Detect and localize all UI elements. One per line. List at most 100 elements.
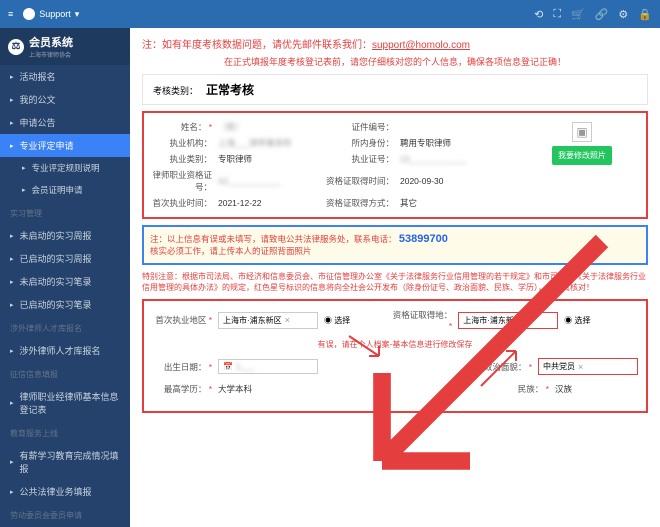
menu-icon: ▸ xyxy=(10,488,14,496)
expand-icon[interactable]: ⛶ xyxy=(553,8,561,21)
sidebar-item[interactable]: ▸ 已启动的实习周报 xyxy=(0,247,130,270)
warning-text: 特别注意：根据市司法局、市经济和信息委员会、市征信管理办公室《关于法律服务行业信… xyxy=(142,271,648,293)
sidebar-item-label: 未启动的实习周报 xyxy=(20,229,92,242)
val-org: 上海___律师事务所 xyxy=(218,137,318,149)
radio-select[interactable]: ◉ 选择 xyxy=(324,315,350,326)
sidebar: ⚖ 会员系统 上海市律师协会 ▸活动报名▸我的公文▸申请公告▸专业评定申请▸专业… xyxy=(0,28,130,527)
sidebar-item-label: 活动报名 xyxy=(20,70,56,83)
notice-line2: 在正式填报年度考核登记表前，请您仔细核对您的个人信息，确保各项信息登记正确！ xyxy=(142,55,648,68)
yellow-notice: 注：以上信息有误或未填写，请致电公共法律服务处，联系电话： 53899700 核… xyxy=(142,225,648,265)
sidebar-item[interactable]: ▸ 会员证明申请 xyxy=(0,179,130,201)
sidebar-item[interactable]: ▸ 已启动的实习笔录 xyxy=(0,293,130,316)
clear-icon[interactable]: × xyxy=(285,315,290,325)
lbl-edu: 最高学历： xyxy=(152,383,212,395)
sidebar-item[interactable]: ▸ 未启动的实习周报 xyxy=(0,224,130,247)
exam-type-label: 考核类别： xyxy=(153,86,198,96)
lbl-loc1: 首次执业地区 xyxy=(152,314,212,326)
change-photo-button[interactable]: 我要修改照片 xyxy=(552,146,612,165)
menu-section: 实习管理 xyxy=(0,203,130,224)
lbl-name: 姓名： xyxy=(152,121,212,133)
menu-icon: ▸ xyxy=(10,255,14,263)
avatar[interactable] xyxy=(23,8,35,20)
loc2-select[interactable]: 上海市·浦东新区× xyxy=(458,312,558,329)
brand-sub: 上海市律师协会 xyxy=(29,50,73,59)
gear-icon[interactable]: ⚙ xyxy=(618,8,628,21)
sidebar-item[interactable]: ▸ 专业评定申请 xyxy=(0,134,130,157)
val-eth: 汉族 xyxy=(555,383,572,395)
lbl-qual: 律师职业资格证号： xyxy=(152,169,212,193)
val-qual: A2___________ xyxy=(218,176,318,186)
sidebar-item-label: 专业评定申请 xyxy=(20,139,74,152)
sidebar-item-label: 公共法律业务填报 xyxy=(20,485,92,498)
sidebar-item-label: 有薪学习教育完成情况填报 xyxy=(20,449,120,475)
yellow-text2: 核实必须工作，请上传本人的证照背面照片 xyxy=(150,246,312,256)
brand-title: 会员系统 xyxy=(29,34,73,50)
exam-type-box: 考核类别： 正常考核 xyxy=(142,74,648,105)
val-type: 专职律师 xyxy=(218,153,318,165)
exam-type-value: 正常考核 xyxy=(206,83,254,97)
cart-icon[interactable]: 🛒 xyxy=(571,8,585,21)
lbl-lic: 执业证号： xyxy=(324,153,394,165)
lbl-date2: 首次执业时间： xyxy=(152,197,212,209)
lbl-type: 执业类别： xyxy=(152,153,212,165)
lbl-cert: 证件编号： xyxy=(324,121,394,133)
menu-section: 教育服务上线 xyxy=(0,423,130,444)
sidebar-item-label: 已启动的实习笔录 xyxy=(20,298,92,311)
contact-phone: 53899700 xyxy=(399,233,448,245)
lbl-role: 所内身份： xyxy=(324,137,394,149)
sidebar-item[interactable]: ▸未启动的实习笔录 xyxy=(0,270,130,293)
sidebar-item[interactable]: ▸涉外律师人才库报名 xyxy=(0,339,130,362)
menu-icon: ▸ xyxy=(10,142,14,150)
menu-icon: ▸ xyxy=(22,186,26,194)
menu-icon: ▸ xyxy=(10,232,14,240)
notice-line: 注：如有年度考核数据问题，请优先邮件联系我们：support@homolo.co… xyxy=(142,36,648,51)
val-role: 聘用专职律师 xyxy=(400,137,520,149)
sidebar-item-label: 涉外律师人才库报名 xyxy=(20,344,101,357)
sidebar-item[interactable]: ▸申请公告 xyxy=(0,111,130,134)
sidebar-item[interactable]: ▸ 律师职业经律师基本信息登记表 xyxy=(0,385,130,421)
sidebar-item-label: 律师职业经律师基本信息登记表 xyxy=(20,390,120,416)
lbl-eth: 民族： xyxy=(489,383,549,395)
hamburger-icon[interactable]: ≡ xyxy=(8,9,13,19)
logo: ⚖ 会员系统 上海市律师协会 xyxy=(0,28,130,65)
val-way: 其它 xyxy=(400,197,520,209)
lock-icon[interactable]: 🔒 xyxy=(638,8,652,21)
loc1-select[interactable]: 上海市·浦东新区× xyxy=(218,312,318,329)
clear-icon[interactable]: × xyxy=(525,315,530,325)
sidebar-item[interactable]: ▸ 我的公文 xyxy=(0,88,130,111)
val-date2: 2021-12-22 xyxy=(218,198,318,208)
photo-placeholder: ▣ xyxy=(572,122,592,142)
sidebar-item[interactable]: ▸有薪学习教育完成情况填报 xyxy=(0,444,130,480)
link-icon[interactable]: 🔗 xyxy=(595,8,609,21)
form-error: 有误，请在个人档案-基本信息进行修改保存 xyxy=(318,339,473,350)
sidebar-item-label: 已启动的实习周报 xyxy=(20,252,92,265)
support-email[interactable]: support@homolo.com xyxy=(372,40,470,51)
menu-icon: ▸ xyxy=(10,399,14,407)
calendar-icon: 📅 xyxy=(223,362,233,371)
menu-icon: ▸ xyxy=(10,119,14,127)
birth-input[interactable]: 📅1___ xyxy=(218,359,318,374)
sidebar-item-label: 专业评定规则说明 xyxy=(32,162,100,174)
yellow-text: 注：以上信息有误或未填写，请致电公共法律服务处，联系电话： xyxy=(150,234,397,244)
logo-icon: ⚖ xyxy=(8,39,24,55)
pol-select[interactable]: 中共党员× xyxy=(538,358,638,375)
sidebar-item-label: 我的公文 xyxy=(20,93,56,106)
menu-icon: ▸ xyxy=(10,96,14,104)
sidebar-item-label: 会员证明申请 xyxy=(32,184,83,196)
sidebar-item[interactable]: ▸专业评定规则说明 xyxy=(0,157,130,179)
menu-icon: ▸ xyxy=(10,73,14,81)
val-date1: 2020-09-30 xyxy=(400,176,520,186)
info-box: 姓名： （男） 证件编号： ▣ 我要修改照片 执业机构： 上海___律师事务所 … xyxy=(142,111,648,219)
content-area: 注：如有年度考核数据问题，请优先邮件联系我们：support@homolo.co… xyxy=(130,28,660,527)
lbl-loc2: 资格证取得地： xyxy=(392,309,452,331)
sidebar-item[interactable]: ▸ 活动报名 xyxy=(0,65,130,88)
clear-icon[interactable]: × xyxy=(578,362,583,372)
radio-select2[interactable]: ◉ 选择 xyxy=(564,315,590,326)
dropdown-icon[interactable]: ▾ xyxy=(75,9,80,20)
val-lic: 13____________ xyxy=(400,154,520,164)
lbl-birth: 出生日期： xyxy=(152,361,212,373)
refresh-icon[interactable]: ⟲ xyxy=(534,8,543,21)
menu-icon: ▸ xyxy=(10,301,14,309)
sidebar-item[interactable]: ▸ 公共法律业务填报 xyxy=(0,480,130,503)
top-actions: ⟲ ⛶ 🛒 🔗 ⚙ 🔒 xyxy=(534,8,652,21)
